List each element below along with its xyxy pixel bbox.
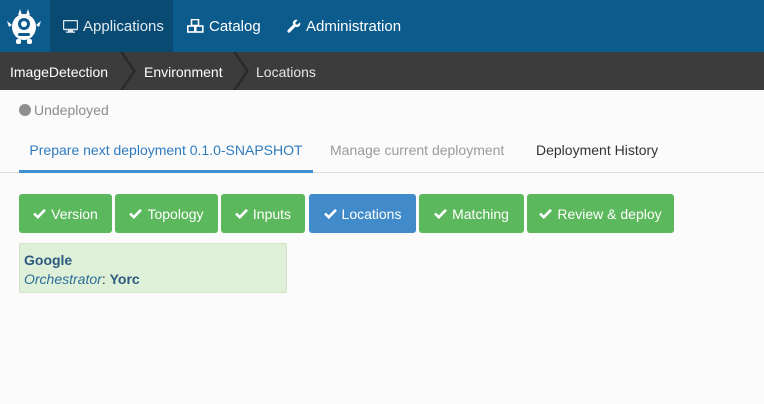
- tab-deployment-history[interactable]: Deployment History: [536, 128, 658, 173]
- check-icon: [33, 208, 47, 219]
- step-topology-button[interactable]: Topology: [115, 194, 218, 233]
- step-inputs-label: Inputs: [252, 205, 292, 222]
- breadcrumb-separator-icon: [120, 52, 136, 90]
- breadcrumb-item-locations: Locations: [256, 64, 316, 80]
- step-review-deploy-button[interactable]: Review & deploy: [527, 194, 674, 233]
- step-topology-label: Topology: [147, 205, 204, 222]
- breadcrumb-separator-icon: [233, 52, 249, 90]
- top-navbar: Applications Catalog Administration: [0, 0, 764, 52]
- breadcrumb: ImageDetection Environment Locations: [0, 52, 764, 90]
- monitor-icon: [63, 19, 78, 33]
- location-orchestrator: Orchestrator: Yorc: [24, 270, 282, 288]
- tab-manage-deployment[interactable]: Manage current deployment: [330, 128, 504, 173]
- check-icon: [323, 208, 337, 219]
- check-icon: [129, 208, 143, 219]
- nav-administration-label: Administration: [306, 17, 402, 35]
- step-review-deploy-label: Review & deploy: [557, 205, 662, 222]
- location-name: Google: [24, 252, 73, 268]
- orchestrator-label: Orchestrator: [24, 271, 102, 287]
- nav-applications[interactable]: Applications: [50, 0, 173, 52]
- deployment-status: Undeployed: [19, 102, 109, 118]
- step-inputs-button[interactable]: Inputs: [221, 194, 305, 233]
- wrench-icon: [287, 19, 301, 33]
- deployment-tabs: Prepare next deployment 0.1.0-SNAPSHOT M…: [0, 128, 764, 173]
- check-icon: [434, 208, 448, 219]
- check-icon: [539, 208, 553, 219]
- step-locations-button[interactable]: Locations: [309, 194, 416, 233]
- orchestrator-colon: :: [101, 271, 110, 287]
- check-icon: [235, 208, 248, 219]
- step-version-button[interactable]: Version: [19, 194, 112, 233]
- breadcrumb-item-environment[interactable]: Environment: [144, 52, 223, 90]
- nav-administration[interactable]: Administration: [275, 0, 413, 52]
- cubes-icon: [187, 19, 204, 33]
- step-matching-label: Matching: [452, 205, 509, 222]
- step-version-label: Version: [51, 205, 98, 222]
- step-locations-label: Locations: [341, 205, 402, 222]
- step-matching-button[interactable]: Matching: [419, 194, 524, 233]
- nav-catalog[interactable]: Catalog: [175, 0, 273, 52]
- status-circle-icon: [19, 104, 31, 116]
- nav-catalog-label: Catalog: [209, 17, 261, 35]
- nav-applications-label: Applications: [83, 17, 164, 35]
- orchestrator-value: Yorc: [109, 271, 140, 287]
- app-logo-icon[interactable]: [6, 7, 42, 45]
- status-label: Undeployed: [34, 102, 109, 118]
- tab-prepare-deployment[interactable]: Prepare next deployment 0.1.0-SNAPSHOT: [19, 128, 313, 173]
- breadcrumb-item-imagedetection[interactable]: ImageDetection: [10, 52, 108, 90]
- location-card-google[interactable]: Google Orchestrator: Yorc: [19, 243, 287, 293]
